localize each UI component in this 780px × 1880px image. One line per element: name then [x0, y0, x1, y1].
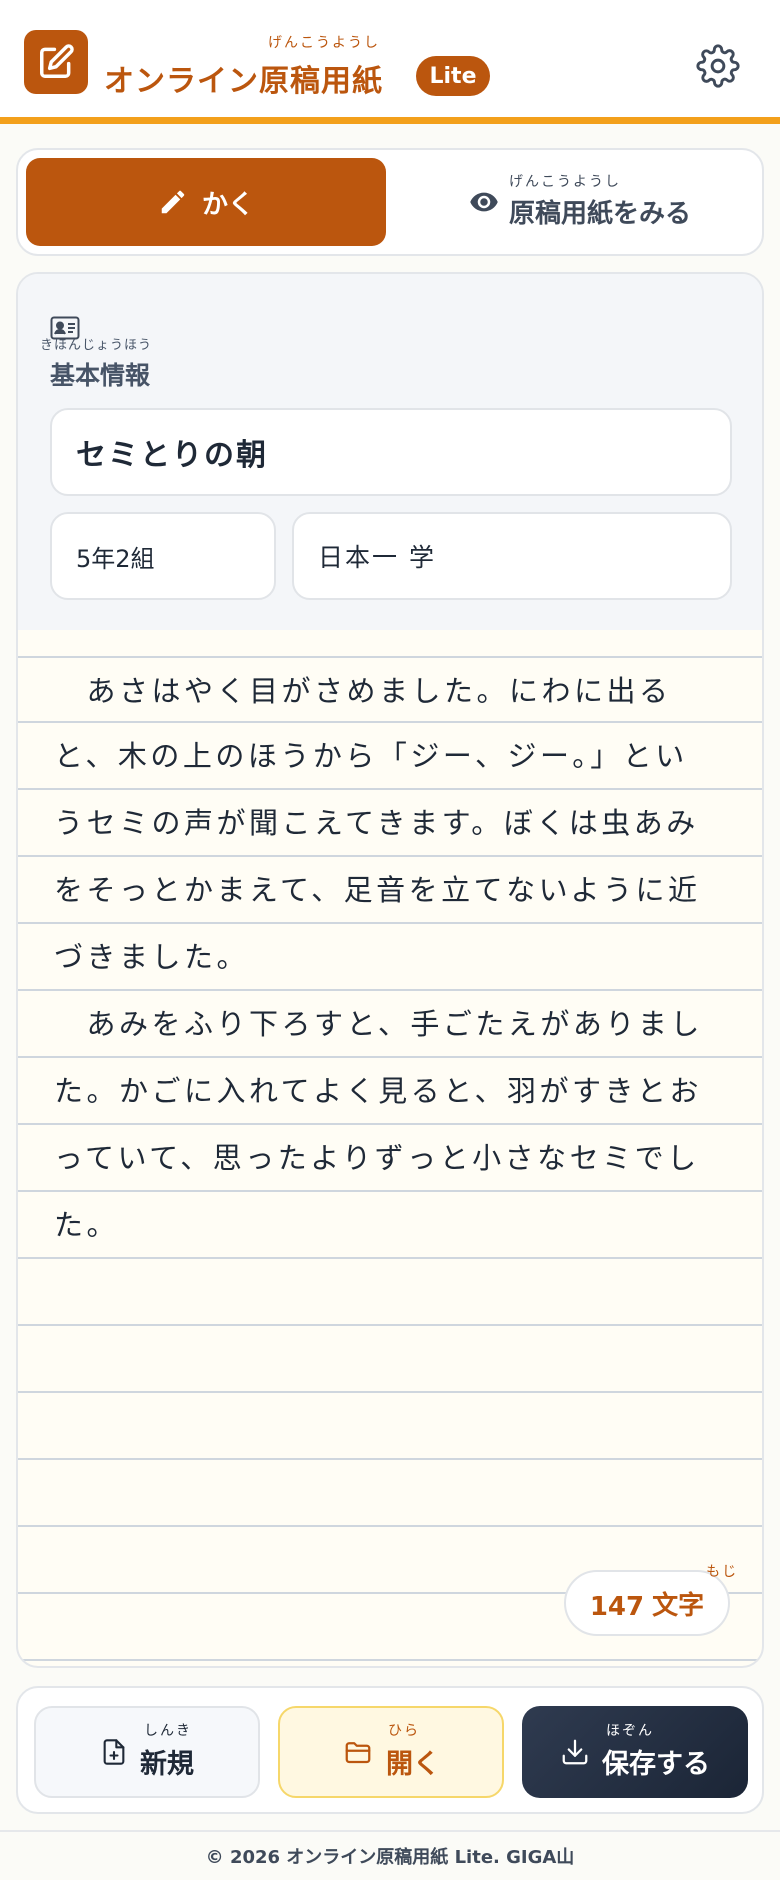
eye-icon [470, 192, 498, 212]
open-button-ruby: ひら [388, 1722, 420, 1739]
editor-card: きほんじょうほう 基本情報 セミとりの朝 5年2組 日本一 学 あさはやく目がさ… [16, 272, 764, 1668]
tab-write-label: かく [201, 189, 254, 220]
title-field[interactable]: セミとりの朝 [50, 408, 732, 496]
footer-text: © 2026 オンライン原稿用紙 Lite. GIGA山 [205, 1847, 575, 1868]
tab-view-ruby: げんこうようし [508, 173, 621, 190]
manuscript-row: と、木の上のほうから「ジー、ジー。」とい [18, 723, 762, 790]
tab-view-manuscript[interactable]: げんこうようし 原稿用紙をみる [402, 158, 758, 246]
action-bar: しんき 新規 ひら 開く ほぞん 保存する [16, 1686, 764, 1814]
char-count: 147 [589, 1592, 645, 1622]
app-title: オンライン原稿用紙 [104, 64, 383, 99]
pencil-icon [161, 190, 185, 214]
save-button-label: 保存する [602, 1748, 710, 1780]
save-button[interactable]: ほぞん 保存する [522, 1706, 748, 1798]
manuscript-row: をそっとかまえて、足音を立てないように近 [18, 857, 762, 924]
new-button[interactable]: しんき 新規 [34, 1706, 260, 1798]
new-button-label: 新規 [140, 1748, 194, 1780]
new-button-ruby: しんき [144, 1722, 192, 1739]
save-button-ruby: ほぞん [606, 1722, 654, 1739]
mode-tabs: かく げんこうようし 原稿用紙をみる [16, 148, 764, 256]
manuscript-row: あみをふり下ろすと、手ごたえがありまし [18, 991, 762, 1058]
app-title-ruby: げんこうようし [268, 35, 380, 51]
basic-info-heading: 基本情報 [50, 361, 151, 390]
download-icon [562, 1739, 588, 1765]
manuscript-row [18, 1393, 762, 1460]
class-field[interactable]: 5年2組 [50, 512, 276, 600]
tab-write[interactable]: かく [26, 158, 386, 246]
manuscript-row [18, 1326, 762, 1393]
manuscript-row: た。 [18, 1192, 762, 1259]
gear-icon [696, 44, 740, 88]
char-counter: 147 もじ 文字 [564, 1564, 736, 1636]
manuscript-row: っていて、思ったよりずっと小さなセミでし [18, 1125, 762, 1192]
manuscript-editor[interactable]: あさはやく目がさめました。にわに出る と、木の上のほうから「ジー、ジー。」とい … [18, 656, 762, 1666]
app-header: げんこうようし オンライン原稿用紙 Lite [0, 0, 780, 124]
basic-info-section: きほんじょうほう 基本情報 セミとりの朝 5年2組 日本一 学 [18, 274, 762, 630]
edit-icon [24, 30, 88, 94]
manuscript-row: づきました。 [18, 924, 762, 991]
open-button-label: 開く [386, 1748, 440, 1780]
basic-info-ruby: きほんじょうほう [40, 338, 153, 353]
char-unit: 文字 [652, 1591, 705, 1621]
open-button[interactable]: ひら 開く [278, 1706, 504, 1798]
manuscript-row: あさはやく目がさめました。にわに出る [18, 656, 762, 723]
name-field[interactable]: 日本一 学 [292, 512, 732, 600]
tab-view-label: 原稿用紙をみる [508, 198, 691, 229]
manuscript-row: た。かごに入れてよく見ると、羽がすきとお [18, 1058, 762, 1125]
manuscript-row [18, 1460, 762, 1527]
manuscript-row [18, 1661, 762, 1666]
footer: © 2026 オンライン原稿用紙 Lite. GIGA山 [0, 1830, 780, 1880]
manuscript-row: うセミの声が聞こえてきます。ぼくは虫あみ [18, 790, 762, 857]
char-unit-ruby: もじ [706, 1564, 739, 1580]
folder-icon [345, 1742, 371, 1764]
new-file-icon [103, 1739, 125, 1765]
manuscript-row [18, 1259, 762, 1326]
lite-badge: Lite [416, 56, 490, 96]
settings-button[interactable] [694, 42, 742, 90]
